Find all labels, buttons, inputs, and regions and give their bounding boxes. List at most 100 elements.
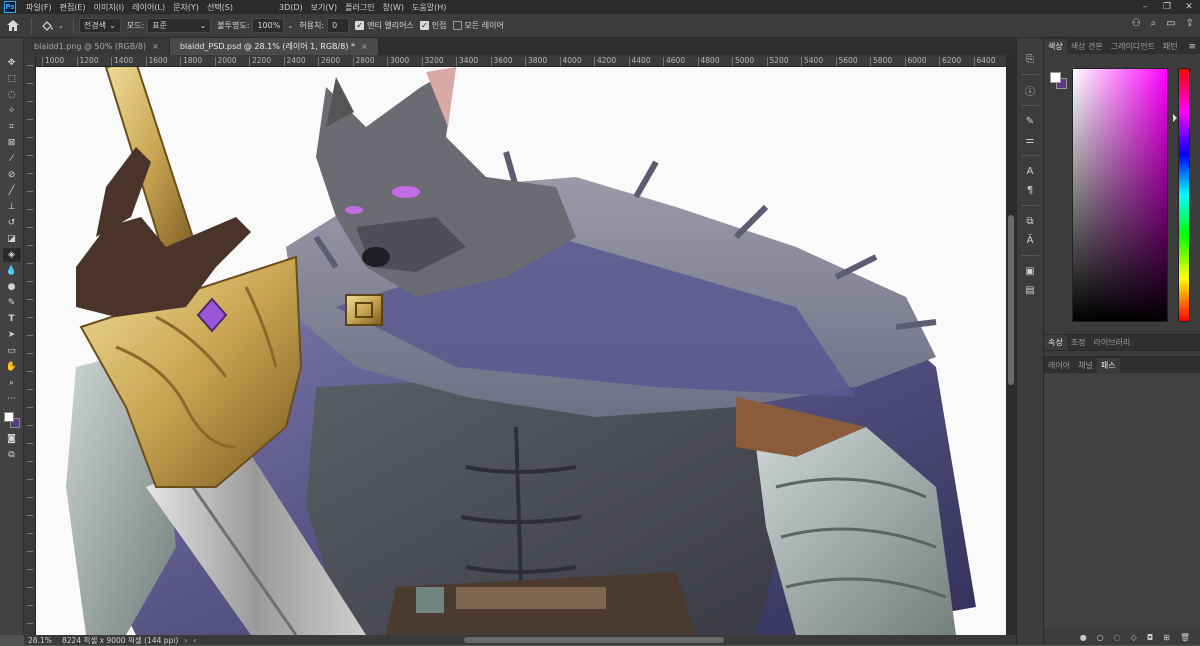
tolerance-input[interactable]: 0 [327,18,350,33]
antialias-checkbox[interactable]: ✓ [355,21,365,30]
frame-tool-icon[interactable]: ⊠ [3,136,21,150]
menu-3d[interactable]: 3D(D) [275,3,307,12]
minimize-icon[interactable]: – [1134,0,1156,14]
tab-patterns[interactable]: 패턴 [1159,39,1182,54]
close-icon[interactable]: × [361,42,368,51]
pen-tool-icon[interactable]: ✎ [3,296,21,310]
chevron-right-icon[interactable]: › [184,636,187,645]
type-tool-icon[interactable]: T [3,312,21,326]
history-icon[interactable]: ⎘ [1022,52,1038,66]
tab-properties[interactable]: 속성 [1044,335,1067,350]
rectangle-tool-icon[interactable]: ▭ [3,344,21,358]
tab-color[interactable]: 색상 [1044,39,1067,54]
more-tools-icon[interactable]: ⋯ [3,392,21,406]
home-button[interactable] [0,14,26,38]
path-selection-tool-icon[interactable]: ➤ [3,328,21,342]
vertical-ruler[interactable] [24,55,36,635]
tab-blaidd-psd[interactable]: blaidd_PSD.psd @ 28.1% (레이어 1, RGB/8) * × [169,38,379,55]
ruler-tick [27,101,33,102]
adjustments-icon[interactable]: ⚌ [1022,133,1038,147]
blur-tool-icon[interactable]: 💧 [3,264,21,278]
dodge-tool-icon[interactable]: ● [3,280,21,294]
paragraph-icon[interactable]: ¶ [1022,183,1038,197]
glyphs-icon[interactable]: Ā [1022,233,1038,247]
tab-channels[interactable]: 채널 [1074,358,1097,373]
clone-source-icon[interactable]: ⧉ [1022,214,1038,228]
menu-select[interactable]: 선택(S) [203,2,237,13]
share-icon[interactable]: ⚇ [1132,18,1141,29]
contiguous-checkbox[interactable]: ✓ [419,21,429,30]
history-brush-tool-icon[interactable]: ↺ [3,216,21,230]
character-icon[interactable]: A [1022,164,1038,178]
all-layers-checkbox[interactable] [452,21,462,30]
new-path-icon[interactable]: ⊞ [1163,633,1170,642]
hue-slider[interactable] [1178,68,1190,322]
menu-edit[interactable]: 편집(E) [56,2,90,13]
fill-path-icon[interactable]: ● [1080,633,1087,642]
libraries-icon[interactable]: ▣ [1022,264,1038,278]
delete-icon[interactable]: 🗑 [1180,633,1190,642]
menu-layer[interactable]: 레이어(L) [128,2,169,13]
hue-slider-marker[interactable] [1173,114,1177,122]
panel-menu-icon[interactable]: ≡ [1184,39,1200,54]
chevron-down-icon[interactable]: ⌄ [287,22,293,30]
notes-icon[interactable]: ▤ [1022,283,1038,297]
menu-plugins[interactable]: 플러그인 [341,2,378,13]
brush-settings-icon[interactable]: ✎ [1022,114,1038,128]
menu-type[interactable]: 문자(Y) [169,2,203,13]
eraser-tool-icon[interactable]: ◪ [3,232,21,246]
eyedropper-tool-icon[interactable]: ⁄ [3,152,21,166]
tab-swatches[interactable]: 색상 견본 [1067,39,1107,54]
tab-adjustments[interactable]: 조정 [1067,335,1090,350]
add-mask-icon[interactable]: ◘ [1147,633,1153,642]
workspace-icon[interactable]: ▭ [1166,18,1175,29]
color-swatches[interactable] [3,412,21,430]
hand-tool-icon[interactable]: ✋ [3,360,21,374]
restore-icon[interactable]: ❐ [1156,0,1178,14]
paint-bucket-tool-icon[interactable]: ◈ [2,248,21,262]
tab-libraries[interactable]: 라이브러리 [1089,335,1134,350]
foreground-color-swatch[interactable] [3,412,14,422]
quick-mask-icon[interactable]: ◙ [3,432,21,446]
screen-mode-icon[interactable]: ⧉ [3,448,21,462]
crop-tool-icon[interactable]: ⌗ [3,120,21,134]
make-work-path-icon[interactable]: ◇ [1131,633,1137,642]
document-canvas[interactable] [36,67,1006,635]
menu-window[interactable]: 창(W) [379,2,409,13]
lasso-tool-icon[interactable]: ◌ [3,88,21,102]
tool-preset-picker[interactable]: ⌄ [41,20,64,32]
magic-wand-tool-icon[interactable]: ✧ [3,104,21,118]
opacity-input[interactable]: 100% [252,18,285,33]
stroke-path-icon[interactable]: ○ [1097,633,1104,642]
menu-image[interactable]: 이미지(I) [90,2,129,13]
vertical-scroll-thumb[interactable] [1008,215,1014,385]
fill-source-select[interactable]: 전경색 ⌄ [78,18,121,33]
menu-view[interactable]: 보기(V) [307,2,341,13]
mode-select[interactable]: 표준 ⌄ [147,18,212,33]
move-tool-icon[interactable]: ✥ [3,56,21,70]
tab-paths[interactable]: 패스 [1096,358,1120,373]
menu-help[interactable]: 도움말(H) [408,2,450,13]
marquee-tool-icon[interactable]: ⬚ [3,72,21,86]
scroll-left-icon[interactable]: ‹ [193,636,196,645]
share-upload-icon[interactable]: ⇪ [1186,18,1194,29]
saturation-brightness-field[interactable] [1072,68,1168,322]
vertical-scrollbar[interactable] [1006,55,1016,635]
horizontal-ruler[interactable]: 1000 1200 1400 1600 1800 2000 2200 2400 2600 2800… [36,55,1006,67]
close-icon[interactable]: × [152,42,159,51]
info-icon[interactable]: ⓘ [1022,83,1038,98]
tab-gradients[interactable]: 그레이디언트 [1107,39,1159,54]
zoom-level[interactable]: 28.1% [24,636,54,645]
zoom-tool-icon[interactable]: ⌕ [3,376,21,390]
close-icon[interactable]: ✕ [1178,0,1200,14]
horizontal-scroll-thumb[interactable] [464,637,724,643]
menu-file[interactable]: 파일(F) [22,2,56,13]
brush-tool-icon[interactable]: ╱ [3,184,21,198]
load-selection-icon[interactable]: ◌ [1114,633,1121,642]
clone-stamp-tool-icon[interactable]: ⊥ [3,200,21,214]
foreground-color-chip[interactable] [1050,72,1061,83]
search-icon[interactable]: ⌕ [1151,18,1157,29]
tab-blaidd1[interactable]: blaidd1.png @ 50% (RGB/8) × [24,38,170,55]
healing-brush-tool-icon[interactable]: ⊘ [3,168,21,182]
tab-layers[interactable]: 레이어 [1044,358,1074,373]
